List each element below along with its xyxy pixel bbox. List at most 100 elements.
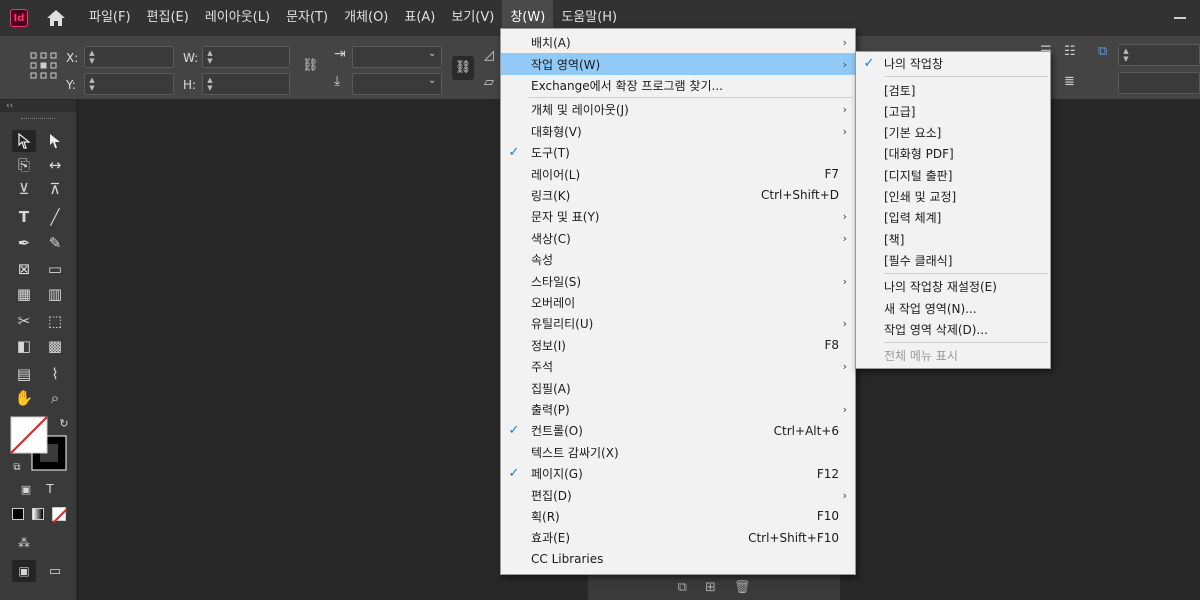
default-fill-stroke-icon[interactable]: ⧉ (5, 456, 29, 478)
window-menu-item[interactable]: 스타일(S) › (501, 270, 855, 291)
apply-gradient-icon[interactable] (32, 508, 44, 520)
free-transform-tool-icon[interactable]: ⬚ (43, 310, 67, 332)
workspace-menu-item[interactable]: 작업 영역 삭제(D)... (856, 319, 1050, 341)
menu-layout[interactable]: 레이아웃(L) (197, 0, 278, 36)
link-scale-icon[interactable]: ⛓ (452, 56, 474, 80)
window-menu-item[interactable]: ✓ 페이지(G) F12 (501, 463, 855, 484)
minimize-icon[interactable] (1174, 17, 1186, 19)
window-menu-item[interactable]: 획(R) F10 (501, 506, 855, 527)
pen-tool-icon[interactable]: ✒ (12, 232, 36, 254)
chevron-down-icon[interactable]: ⌄ (428, 48, 436, 59)
workspace-menu-item[interactable]: [대화형 PDF] (856, 143, 1050, 165)
workspace-menu-item[interactable]: [고급] (856, 101, 1050, 123)
window-menu-item[interactable]: 대화형(V) › (501, 121, 855, 142)
pencil-tool-icon[interactable]: ✎ (43, 232, 67, 254)
frame-grid-icon[interactable]: ⁂ (12, 532, 36, 554)
chevron-down-icon[interactable]: ⌄ (428, 75, 436, 86)
screen-mode-icon[interactable]: ▭ (43, 560, 67, 582)
workspace-menu-item[interactable]: [인쇄 및 교정] (856, 186, 1050, 208)
scale-x-icon[interactable]: ⇥ (334, 46, 346, 62)
workspace-menu-item[interactable]: [입력 체계] (856, 207, 1050, 229)
window-menu-item[interactable]: 링크(K) Ctrl+Shift+D (501, 185, 855, 206)
zoom-tool-icon[interactable]: ⌕ (43, 387, 67, 409)
workspace-menu-item[interactable]: [검토] (856, 79, 1050, 101)
rectangle-frame-tool-icon[interactable]: ⊠ (12, 258, 36, 280)
new-page-icon[interactable]: ⊞ (705, 580, 716, 595)
window-menu-item[interactable]: ✓ 도구(T) (501, 142, 855, 163)
window-menu-item[interactable]: 주석 › (501, 356, 855, 377)
tools-grip[interactable] (0, 112, 76, 126)
selection-tool-icon[interactable] (12, 130, 36, 152)
type-tool-icon[interactable]: T (12, 206, 36, 228)
window-menu-item[interactable]: 속성 (501, 249, 855, 270)
workspace-menu-item[interactable]: [필수 클래식] (856, 250, 1050, 272)
window-menu-item[interactable]: 집필(A) (501, 377, 855, 398)
window-menu-item[interactable]: 문자 및 표(Y) › (501, 206, 855, 227)
window-menu-item[interactable]: 효과(E) Ctrl+Shift+F10 (501, 527, 855, 548)
window-menu-item[interactable]: Exchange에서 확장 프로그램 찾기... (501, 75, 855, 96)
eyedropper-tool-icon[interactable]: ⌇ (43, 363, 67, 385)
menu-view[interactable]: 보기(V) (443, 0, 502, 36)
menu-table[interactable]: 표(A) (396, 0, 443, 36)
window-menu-item[interactable]: 편집(D) › (501, 484, 855, 505)
workspace-menu-item[interactable]: ✓ 나의 작업창 (856, 53, 1050, 75)
gradient-feather-tool-icon[interactable]: ▩ (43, 335, 67, 357)
note-tool-icon[interactable]: ▤ (12, 363, 36, 385)
direct-selection-tool-icon[interactable] (43, 130, 67, 152)
window-menu-item[interactable]: 오버레이 (501, 292, 855, 313)
stroke-spinner-icon[interactable]: ▲ ▼ (1120, 45, 1132, 65)
center-icon[interactable]: ≣ (1064, 74, 1075, 89)
swap-fill-stroke-icon[interactable]: ↻ (52, 412, 76, 434)
formatting-text-icon[interactable]: T (38, 478, 62, 500)
line-tool-icon[interactable]: ╱ (43, 206, 67, 228)
window-menu-item[interactable]: 배치(A) › (501, 32, 855, 53)
window-menu-item[interactable]: 텍스트 감싸기(X) (501, 442, 855, 463)
delete-page-icon[interactable]: 🗑 (734, 580, 751, 595)
h-spinner-icon[interactable]: ▲ ▼ (204, 74, 216, 94)
window-menu-item[interactable]: 작업 영역(W) › (501, 53, 855, 75)
shear-icon[interactable]: ▱ (484, 75, 494, 90)
workspace-menu-item[interactable]: [책] (856, 228, 1050, 250)
x-spinner-icon[interactable]: ▲ ▼ (86, 47, 98, 67)
window-menu-item[interactable]: 출력(P) › (501, 399, 855, 420)
window-menu-item[interactable]: 색상(C) › (501, 228, 855, 249)
grid-tool-icon[interactable]: ▥ (43, 283, 67, 305)
window-menu-item[interactable]: ✓ 컨트롤(O) Ctrl+Alt+6 (501, 420, 855, 441)
table-tool-icon[interactable]: ▦ (12, 283, 36, 305)
frame-fitting-icon[interactable]: ⧉ (1098, 44, 1107, 59)
hand-tool-icon[interactable]: ✋ (12, 387, 36, 409)
rotate-icon[interactable]: ◿ (484, 48, 494, 63)
normal-view-icon[interactable]: ▣ (12, 560, 36, 582)
workspace-menu-item[interactable]: 나의 작업창 재설정(E) (856, 276, 1050, 298)
window-menu-item[interactable]: 레이어(L) F7 (501, 163, 855, 184)
workspace-menu-item[interactable]: [기본 요소] (856, 122, 1050, 144)
home-icon[interactable] (45, 8, 67, 28)
content-placer-icon[interactable]: ⊼ (43, 178, 67, 200)
window-menu-item[interactable]: 정보(I) F8 (501, 335, 855, 356)
window-menu-item[interactable]: 유틸리티(U) › (501, 313, 855, 334)
opacity-field[interactable] (1118, 72, 1200, 94)
scale-y-icon[interactable]: ⤓ (334, 73, 340, 89)
gradient-swatch-tool-icon[interactable]: ◧ (12, 335, 36, 357)
menu-file[interactable]: 파일(F) (81, 0, 139, 36)
constrain-proportions-icon[interactable]: ⛓ (302, 58, 319, 73)
window-menu-item[interactable]: CC Libraries (501, 549, 855, 570)
w-spinner-icon[interactable]: ▲ ▼ (204, 47, 216, 67)
content-collector-icon[interactable]: ⊻ (12, 178, 36, 200)
apply-none-icon[interactable] (52, 507, 68, 524)
formatting-container-icon[interactable]: ▣ (14, 478, 38, 500)
y-spinner-icon[interactable]: ▲ ▼ (86, 74, 98, 94)
distribute-icon[interactable]: ☷ (1064, 44, 1076, 59)
rectangle-tool-icon[interactable]: ▭ (43, 258, 67, 280)
fill-stroke-swatch[interactable] (10, 416, 67, 471)
apply-color-icon[interactable] (12, 508, 24, 520)
scissors-tool-icon[interactable]: ✂ (12, 310, 36, 332)
menu-edit[interactable]: 편집(E) (139, 0, 197, 36)
workspace-menu-item[interactable]: 새 작업 영역(N)... (856, 297, 1050, 319)
workspace-menu-item[interactable]: [디지털 출판] (856, 165, 1050, 187)
edit-page-size-icon[interactable]: ⧉ (678, 580, 687, 595)
reference-point-icon[interactable] (30, 52, 58, 84)
menu-object[interactable]: 개체(O) (336, 0, 396, 36)
page-tool-icon[interactable]: ⎘ (12, 154, 36, 176)
menu-type[interactable]: 문자(T) (278, 0, 336, 36)
